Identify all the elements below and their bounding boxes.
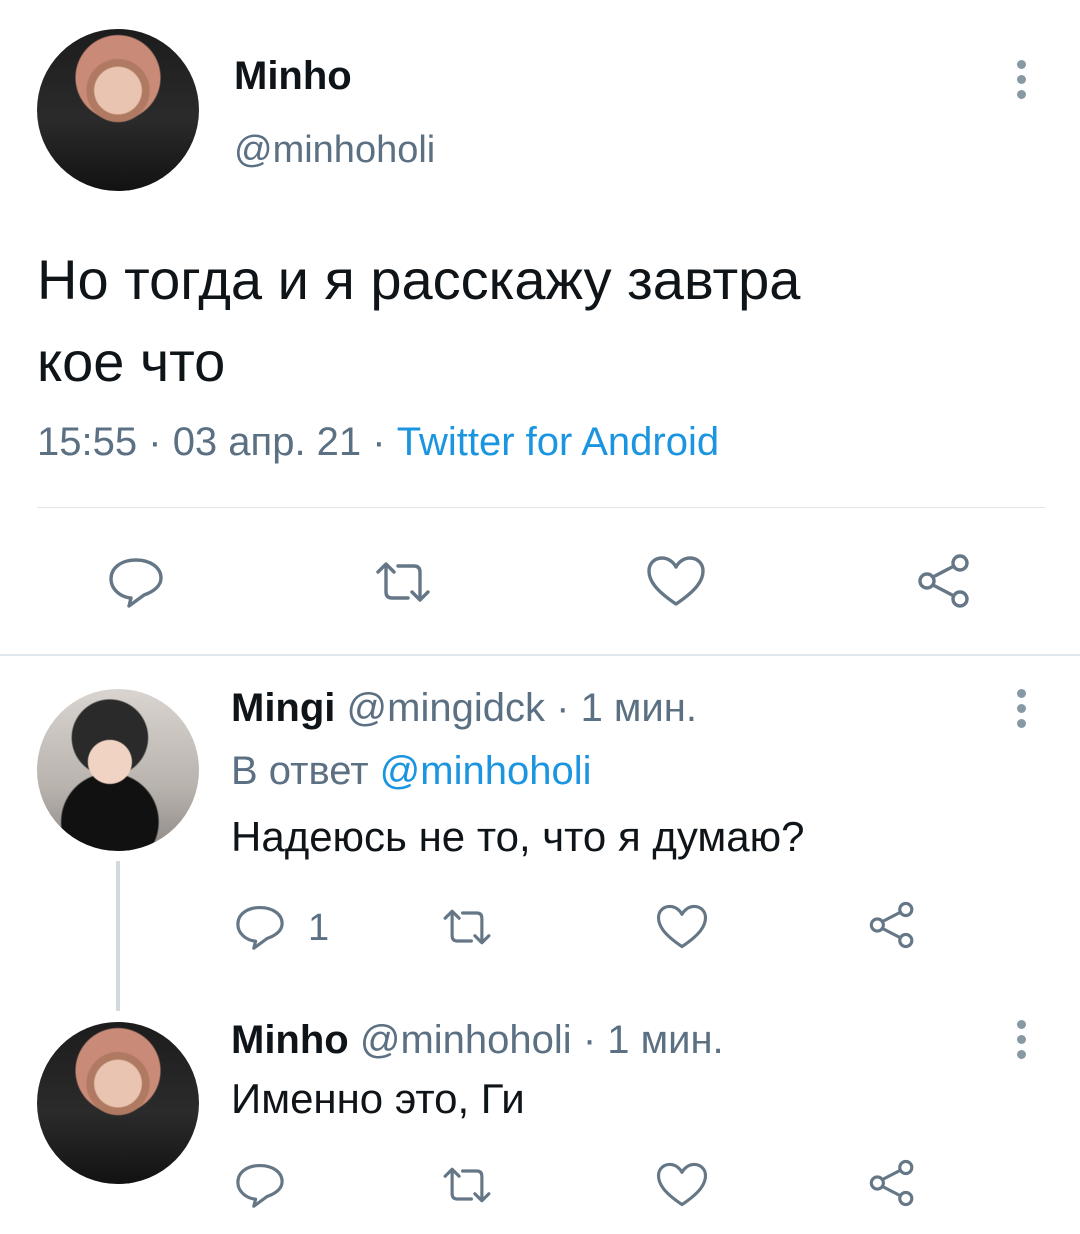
reply-1-header: Mingi @mingidck · 1 мин. [231,684,697,732]
reply-2-author-handle[interactable]: @minhoholi [360,1018,572,1062]
reply-1-avatar[interactable] [37,689,199,851]
reply-1-author-handle[interactable]: @mingidck [347,686,545,730]
meta-separator: · [148,420,162,464]
reply-1-reply-to: В ответ @minhoholi [231,747,591,795]
meta-separator: · [372,420,386,464]
main-tweet-text-line-1: Но тогда и я расскажу завтра [37,248,801,311]
reply-to-handle-link[interactable]: @minhoholi [380,749,592,793]
main-tweet-divider [37,507,1045,508]
share-icon[interactable] [866,900,918,950]
main-tweet-author-name[interactable]: Minho [234,54,352,98]
main-tweet-text-line-2: кое что [37,330,226,393]
reply-icon[interactable] [234,904,286,950]
reply-icon[interactable] [107,556,165,608]
like-icon[interactable] [655,903,709,950]
main-tweet: Minho @minhoholi Но тогда и я расскажу з… [0,0,1080,655]
reply-1-author-name[interactable]: Mingi [231,686,335,730]
main-tweet-meta: 15:55 · 03 апр. 21 · Twitter for Android [37,418,719,466]
main-tweet-avatar[interactable] [37,29,199,191]
retweet-icon[interactable] [370,558,436,606]
reply-icon[interactable] [234,1162,286,1208]
share-icon[interactable] [866,1158,918,1208]
main-tweet-author-handle[interactable]: @minhoholi [234,128,435,172]
retweet-icon[interactable] [438,906,496,948]
main-tweet-source-link[interactable]: Twitter for Android [397,420,719,464]
meta-separator: · [556,686,570,730]
reply-2-avatar[interactable] [37,1022,199,1184]
reply-2-time: 1 мин. [607,1018,724,1062]
share-icon[interactable] [914,552,974,610]
like-icon[interactable] [645,554,707,608]
reply-1-reply-count: 1 [308,907,330,949]
retweet-icon[interactable] [438,1164,496,1206]
meta-separator: · [582,1018,597,1062]
reply-1-text: Надеюсь не то, что я думаю? [231,813,805,860]
main-tweet-more-icon[interactable] [1015,60,1027,99]
main-tweet-time: 15:55 [37,420,138,464]
reply-2-text: Именно это, Ги [231,1075,525,1122]
main-tweet-date: 03 апр. 21 [172,420,362,464]
reply-2-more-icon[interactable] [1015,1020,1027,1059]
like-icon[interactable] [655,1161,709,1208]
reply-tweet-2: Minho @minhoholi · 1 мин. Именно это, Ги [0,1000,1080,1234]
reply-1-time: 1 мин. [580,686,697,730]
reply-1-more-icon[interactable] [1015,689,1027,728]
reply-2-author-name[interactable]: Minho [231,1018,349,1062]
reply-to-prefix: В ответ [231,749,369,793]
thread-line [116,861,120,1011]
reply-tweet-1: Mingi @mingidck · 1 мин. В ответ @minhoh… [0,656,1080,1011]
reply-2-header: Minho @minhoholi · 1 мин. [231,1016,724,1064]
